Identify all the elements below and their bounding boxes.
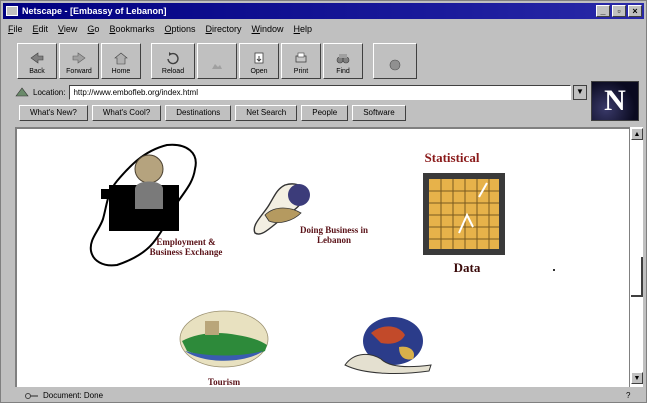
menu-file[interactable]: File <box>3 24 28 34</box>
reload-label: Reload <box>161 68 185 75</box>
menu-go[interactable]: Go <box>82 24 104 34</box>
forward-button[interactable]: Forward <box>59 43 99 79</box>
whats-cool-button[interactable]: What's Cool? <box>91 105 162 121</box>
arrow-down-icon: ▼ <box>633 375 641 382</box>
minimize-button[interactable]: _ <box>596 5 610 17</box>
scrollbar-thumb[interactable] <box>631 257 643 297</box>
arrow-up-icon: ▲ <box>633 131 641 138</box>
close-button[interactable]: × <box>628 5 642 17</box>
software-button[interactable]: Software <box>352 105 406 121</box>
mail-icon[interactable]: ? <box>626 391 644 400</box>
people-button[interactable]: People <box>301 105 349 121</box>
open-icon <box>254 52 264 64</box>
netscape-logo[interactable]: N <box>591 81 639 121</box>
forward-label: Forward <box>66 68 92 75</box>
globe-image[interactable] <box>341 313 441 375</box>
home-icon <box>114 52 128 65</box>
page-content: Employment & Business Exchange Doing Bus… <box>15 127 629 387</box>
business-caption[interactable]: Doing Business in Lebanon <box>289 225 379 245</box>
menu-directory[interactable]: Directory <box>201 24 247 34</box>
location-bar: Location: http://www.embofleb.org/index.… <box>15 83 587 101</box>
statistical-data-image[interactable] <box>419 171 509 257</box>
forward-arrow-icon <box>72 52 86 64</box>
phone-shape <box>101 189 113 199</box>
stop-button[interactable] <box>373 43 417 79</box>
scroll-up-button[interactable]: ▲ <box>631 128 643 140</box>
bookmark-icon[interactable] <box>15 86 29 98</box>
menu-bar: File Edit View Go Bookmarks Options Dire… <box>3 22 644 36</box>
vertical-scrollbar[interactable]: ▲ ▼ <box>629 127 643 387</box>
chevron-down-icon: ▼ <box>576 86 584 96</box>
globe-shape <box>288 184 310 206</box>
location-input[interactable]: http://www.embofleb.org/index.html <box>69 84 571 100</box>
tourism-caption[interactable]: Tourism <box>177 377 271 387</box>
home-button[interactable]: Home <box>101 43 141 79</box>
stop-icon <box>389 59 401 71</box>
menu-window[interactable]: Window <box>247 24 289 34</box>
net-search-button[interactable]: Net Search <box>235 105 298 121</box>
images-icon <box>212 64 222 69</box>
binoculars-icon <box>336 54 350 64</box>
open-button[interactable]: Open <box>239 43 279 79</box>
statistical-caption[interactable]: Statistical <box>397 151 507 164</box>
images-button[interactable] <box>197 43 237 79</box>
find-button[interactable]: Find <box>323 43 363 79</box>
destinations-button[interactable]: Destinations <box>165 105 232 121</box>
status-bar: Document: Done ? <box>3 389 644 402</box>
home-label: Home <box>111 68 131 75</box>
location-label: Location: <box>33 87 66 97</box>
printer-icon <box>295 52 307 63</box>
browser-window: Netscape - [Embassy of Lebanon] _ ▫ × Fi… <box>0 0 647 403</box>
person-head-shape <box>134 154 164 184</box>
tourism-image[interactable] <box>177 307 271 371</box>
open-label: Open <box>250 68 268 75</box>
window-title: Netscape - [Embassy of Lebanon] <box>22 6 167 16</box>
dot-decoration <box>553 269 555 271</box>
back-arrow-icon <box>30 52 44 64</box>
menu-options[interactable]: Options <box>159 24 200 34</box>
menu-help[interactable]: Help <box>289 24 318 34</box>
employment-caption[interactable]: Employment & Business Exchange <box>141 237 231 257</box>
reload-icon <box>167 52 179 65</box>
status-text: Document: Done <box>43 391 104 400</box>
menu-bookmarks[interactable]: Bookmarks <box>104 24 159 34</box>
back-button[interactable]: Back <box>17 43 57 79</box>
menu-view[interactable]: View <box>53 24 82 34</box>
print-button[interactable]: Print <box>281 43 321 79</box>
navigation-toolbar: Back Forward Home Reload Open Print Find <box>17 39 419 79</box>
back-label: Back <box>29 68 45 75</box>
menu-edit[interactable]: Edit <box>28 24 54 34</box>
directory-buttons: What's New? What's Cool? Destinations Ne… <box>19 105 410 123</box>
data-caption[interactable]: Data <box>437 261 497 274</box>
person-body-shape <box>135 181 163 209</box>
security-key-icon <box>25 392 38 399</box>
find-label: Find <box>336 68 350 75</box>
netscape-app-icon[interactable] <box>6 6 18 16</box>
reload-button[interactable]: Reload <box>151 43 195 79</box>
title-bar: Netscape - [Embassy of Lebanon] _ ▫ × <box>3 3 644 19</box>
whats-new-button[interactable]: What's New? <box>19 105 88 121</box>
ruins-shape <box>205 321 219 335</box>
scroll-down-button[interactable]: ▼ <box>631 372 643 384</box>
print-label: Print <box>293 68 309 75</box>
maximize-button[interactable]: ▫ <box>612 5 626 17</box>
location-dropdown-button[interactable]: ▼ <box>573 84 587 100</box>
